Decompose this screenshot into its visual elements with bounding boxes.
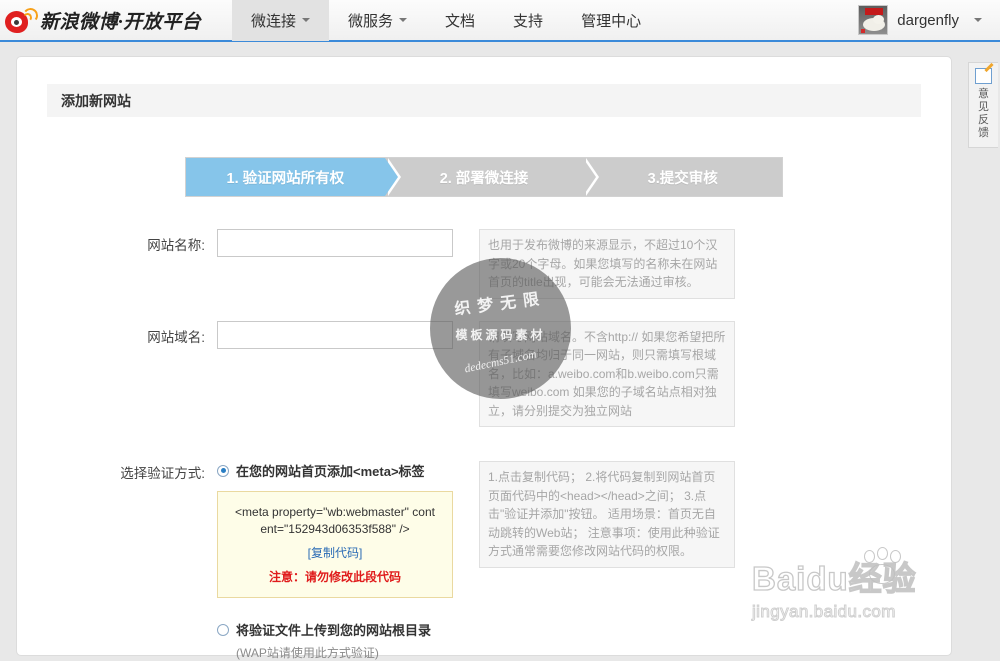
nav-item-support[interactable]: 支持 [494, 0, 562, 41]
chevron-down-icon [302, 18, 310, 22]
step-label: 2. 部署微连接 [440, 167, 529, 188]
site-name-input[interactable] [217, 229, 453, 257]
copy-code-link[interactable]: [复制代码] [228, 544, 442, 561]
main-nav: 微连接 微服务 文档 支持 管理中心 [232, 0, 660, 41]
step-indicator: 1. 验证网站所有权 2. 部署微连接 3.提交审核 [185, 157, 783, 197]
step-label: 3.提交审核 [648, 167, 718, 188]
radio-file-sublabel: (WAP站请使用此方式验证) [236, 644, 453, 661]
verify-method-section: 选择验证方式: 在您的网站首页添加<meta>标签 <meta property… [87, 461, 951, 661]
feedback-tab[interactable]: 意见反馈 [968, 62, 998, 148]
nav-label: 支持 [513, 10, 543, 31]
code-warning-text: 注意：请勿修改此段代码 [228, 568, 442, 585]
feedback-label: 意见反馈 [977, 88, 990, 140]
radio-meta-icon[interactable] [217, 465, 229, 477]
nav-label: 文档 [445, 10, 475, 31]
page-title: 添加新网站 [47, 84, 921, 117]
site-name-hint: 也用于发布微博的来源显示，不超过10个汉字或20个字母。如果您填写的名称未在网站… [479, 229, 735, 299]
radio-file-label: 将验证文件上传到您的网站根目录 [236, 620, 431, 639]
chevron-down-icon [399, 18, 407, 22]
nav-item-weilianjie[interactable]: 微连接 [232, 0, 329, 41]
site-logo[interactable]: 新浪微博·开放平台 [0, 0, 232, 41]
username-label: dargenfly [897, 12, 959, 29]
avatar[interactable] [858, 5, 888, 35]
radio-file-icon[interactable] [217, 624, 229, 636]
radio-option-meta-tag[interactable]: 在您的网站首页添加<meta>标签 [217, 461, 453, 480]
nav-label: 微连接 [251, 10, 296, 31]
content-card: 添加新网站 1. 验证网站所有权 2. 部署微连接 3.提交审核 网站名称: 也… [16, 56, 952, 656]
nav-label: 微服务 [348, 10, 393, 31]
site-name-label: 网站名称: [87, 229, 217, 254]
step-3-submit-review[interactable]: 3.提交审核 [583, 158, 782, 196]
meta-code-box: <meta property="wb:webmaster" cont ent="… [217, 491, 453, 598]
verify-instructions: 1.点击复制代码； 2.将代码复制到网站首页页面代码中的<head></head… [479, 461, 735, 568]
meta-code-line-1: <meta property="wb:webmaster" cont [228, 504, 442, 521]
step-1-verify-ownership[interactable]: 1. 验证网站所有权 [186, 158, 385, 196]
add-site-form: 网站名称: 也用于发布微博的来源显示，不超过10个汉字或20个字母。如果您填写的… [17, 229, 951, 661]
site-domain-hint: 请填写网站域名。不含http:// 如果您希望把所有子域名均归于同一网站，则只需… [479, 321, 735, 428]
site-domain-label: 网站域名: [87, 321, 217, 346]
nav-item-admin-center[interactable]: 管理中心 [562, 0, 660, 41]
nav-label: 管理中心 [581, 10, 641, 31]
nav-item-weifuwu[interactable]: 微服务 [329, 0, 426, 41]
verify-method-label: 选择验证方式: [87, 461, 217, 482]
meta-code-line-2: ent="152943d06353f588" /> [228, 521, 442, 538]
site-domain-input[interactable] [217, 321, 453, 349]
radio-option-file-upload[interactable]: 将验证文件上传到您的网站根目录 (WAP站请使用此方式验证) [217, 620, 453, 661]
weibo-eye-icon [4, 6, 38, 34]
chevron-down-icon [974, 18, 982, 22]
field-row-site-domain: 网站域名: 请填写网站域名。不含http:// 如果您希望把所有子域名均归于同一… [87, 321, 951, 428]
pencil-edit-icon [975, 68, 992, 84]
step-label: 1. 验证网站所有权 [227, 167, 345, 188]
user-menu[interactable]: dargenfly [858, 5, 1000, 35]
field-row-site-name: 网站名称: 也用于发布微博的来源显示，不超过10个汉字或20个字母。如果您填写的… [87, 229, 951, 299]
nav-item-docs[interactable]: 文档 [426, 0, 494, 41]
logo-text: 新浪微博·开放平台 [40, 7, 201, 34]
top-navigation-bar: 新浪微博·开放平台 微连接 微服务 文档 支持 管理中心 dargenfly [0, 0, 1000, 42]
step-2-deploy-connect[interactable]: 2. 部署微连接 [385, 158, 584, 196]
radio-meta-label: 在您的网站首页添加<meta>标签 [236, 461, 425, 480]
